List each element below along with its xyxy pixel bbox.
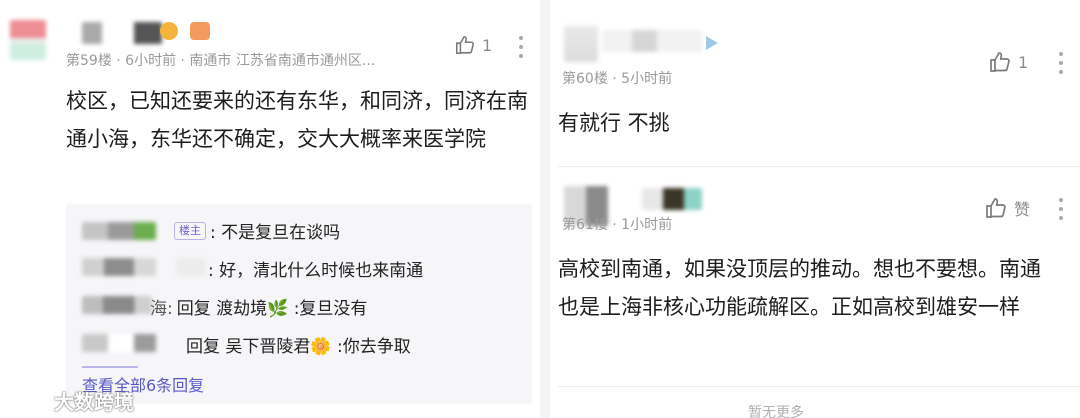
reply-text: 回复 吴下晋陵君🌼 :你去争取 [186, 337, 411, 357]
avatar[interactable] [564, 26, 598, 62]
level-badge-icon [190, 22, 210, 40]
watermark: 大数跨境 [8, 386, 134, 415]
more-options-icon[interactable] [518, 36, 524, 58]
watermark-text: 大数跨境 [54, 390, 134, 414]
comment-divider [558, 166, 1080, 167]
thumbs-up-icon [455, 35, 474, 55]
reply-author[interactable] [82, 258, 156, 276]
reply-author[interactable] [82, 334, 156, 352]
level-badge-icon [706, 36, 718, 50]
no-more-text: 暂无更多 [748, 405, 804, 418]
reply-author-underline [82, 366, 138, 368]
reply-text: : 好，清北什么时候也来南通 [208, 261, 424, 281]
like-button[interactable]: 1 [988, 50, 1028, 74]
comment-meta: 第60楼 · 5小时前 [562, 71, 673, 87]
reply-text: 回复 渡劫境🌿 :复旦没有 [176, 299, 368, 319]
host-badge: 楼主 [174, 221, 206, 240]
comment-body: 有就行 不挑 [558, 111, 670, 135]
like-count: 1 [1018, 52, 1029, 72]
panel-gutter [540, 0, 550, 418]
comment-meta: 第61楼 · 1小时前 [562, 217, 673, 233]
left-comment-panel: 第59楼 · 6小时前 · 南通市 江苏省南通市通州区... 1 校区，已知还要… [0, 0, 540, 418]
comment-divider [558, 386, 1080, 387]
reply-author-suffix: 海: [150, 299, 173, 319]
reply-item: 回复 吴下晋陵君🌼 :你去争取 [186, 332, 411, 357]
thumbs-up-icon [986, 198, 1006, 218]
username[interactable] [82, 22, 162, 44]
comment-meta: 第59楼 · 6小时前 · 南通市 江苏省南通市通州区... [66, 53, 376, 69]
more-options-icon[interactable] [1058, 52, 1064, 74]
reply-item: 楼主 : 不是复旦在谈吗 [174, 218, 340, 243]
like-count: 1 [482, 35, 493, 55]
reply-item: : 好，清北什么时候也来南通 [208, 256, 423, 281]
reply-text: : 不是复旦在谈吗 [210, 223, 341, 243]
vip-badge-icon [160, 22, 178, 40]
reply-author-extra [176, 258, 206, 276]
reply-item: 海: 回复 渡劫境🌿 :复旦没有 [150, 294, 367, 319]
comment-body: 高校到南通，如果没顶层的推动。想也不要想。南通也是上海非核心功能疏解区。正如高校… [558, 257, 1041, 319]
like-button[interactable]: 1 [454, 34, 492, 56]
thumbs-up-icon [990, 52, 1010, 72]
like-label: 赞 [1014, 200, 1031, 219]
comment-body: 校区，已知还要来的还有东华，和同济，同济在南通小海，东华还不确定，交大大概率来医… [66, 89, 528, 151]
reply-author[interactable] [82, 222, 156, 240]
watermark-logo-icon [10, 391, 49, 407]
more-options-icon[interactable] [1058, 198, 1064, 220]
right-comment-panel: 第60楼 · 5小时前 1 有就行 不挑 第61楼 · 1小时前 赞 高校到南通… [550, 0, 1080, 418]
reply-author[interactable] [82, 296, 152, 314]
like-button[interactable]: 赞 [984, 196, 1030, 220]
username[interactable] [602, 30, 702, 52]
username[interactable] [642, 188, 702, 210]
avatar[interactable] [10, 20, 46, 60]
